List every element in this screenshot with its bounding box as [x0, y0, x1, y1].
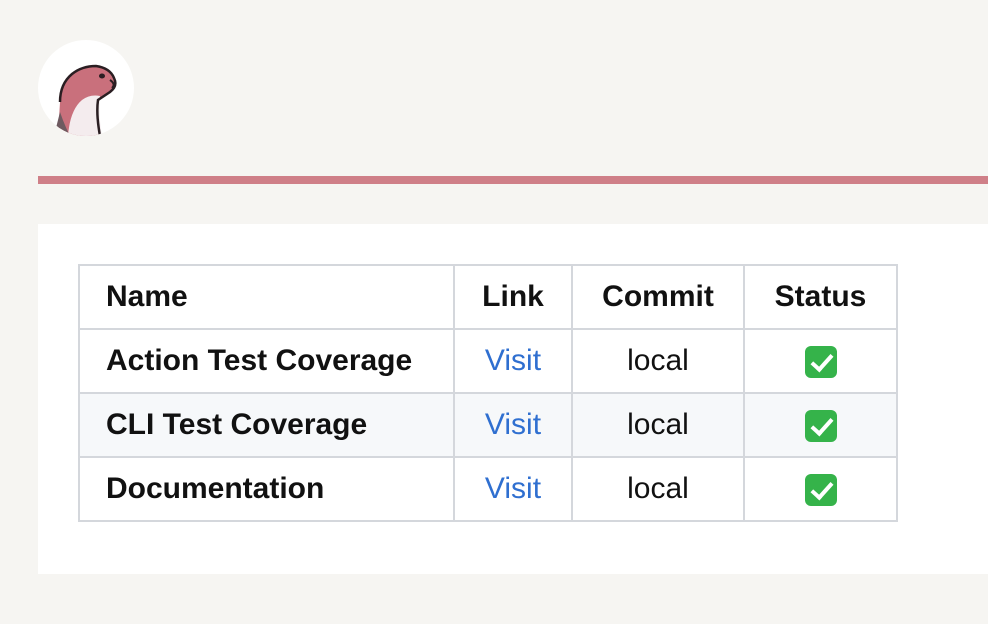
visit-link[interactable]: Visit	[485, 408, 541, 441]
table-row: CLI Test Coverage Visit local	[78, 392, 898, 458]
row-commit: local	[571, 328, 745, 394]
header-status: Status	[743, 264, 898, 330]
check-mark-icon	[804, 410, 837, 443]
otter-mascot-icon	[54, 64, 117, 136]
table-row: Action Test Coverage Visit local	[78, 328, 898, 394]
row-commit: local	[571, 456, 745, 522]
table-header-row: Name Link Commit Status	[78, 264, 898, 330]
row-status-cell	[743, 328, 898, 394]
status-table: Name Link Commit Status Action Test Cove…	[78, 264, 898, 522]
check-mark-icon	[804, 474, 837, 507]
row-link-cell: Visit	[453, 392, 573, 458]
row-commit: local	[571, 392, 745, 458]
row-name: Documentation	[78, 456, 455, 522]
row-status-cell	[743, 392, 898, 458]
row-name: Action Test Coverage	[78, 328, 455, 394]
header-name: Name	[78, 264, 455, 330]
header-divider	[38, 176, 988, 184]
visit-link[interactable]: Visit	[485, 472, 541, 505]
row-link-cell: Visit	[453, 328, 573, 394]
check-mark-icon	[804, 346, 837, 379]
row-status-cell	[743, 456, 898, 522]
visit-link[interactable]: Visit	[485, 344, 541, 377]
logo-avatar[interactable]	[38, 40, 134, 136]
row-name: CLI Test Coverage	[78, 392, 455, 458]
table-row: Documentation Visit local	[78, 456, 898, 522]
row-link-cell: Visit	[453, 456, 573, 522]
content-panel: Name Link Commit Status Action Test Cove…	[38, 224, 988, 574]
header-link: Link	[453, 264, 573, 330]
header-commit: Commit	[571, 264, 745, 330]
